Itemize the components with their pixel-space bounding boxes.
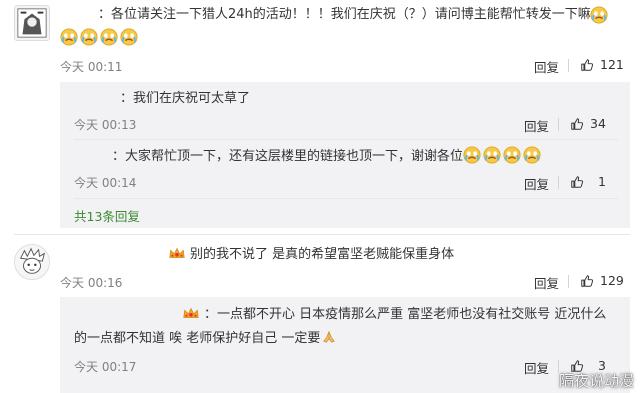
avatar-image: [15, 6, 49, 40]
watermark: 隔夜说动漫: [558, 372, 634, 390]
sub-reply-button[interactable]: 回复: [524, 116, 549, 135]
sub-reply-body-line2: 的一点都不知道 唉 老师保护好自己 一定要: [74, 331, 321, 346]
thumbs-up-icon: [580, 58, 594, 72]
comment-body: 别的我不说了 是真的希望富坚老贼能保重身体: [190, 247, 455, 262]
sub-reply-time: 今天 00:17: [74, 360, 137, 374]
sub-reply-text: ：我们在庆祝可太草了: [120, 91, 251, 106]
thumbs-up-icon: [570, 117, 584, 131]
praying-hands-icon: [320, 330, 336, 346]
reply-button[interactable]: 回复: [534, 57, 559, 76]
comment-text: ：各位请关注一下猎人24h的活动！！！我们在庆祝（？）请问博主能帮忙转发一下嘛: [98, 4, 591, 26]
comment-time: 今天 00:16: [60, 276, 123, 290]
view-more-replies-link[interactable]: 共13条回复: [74, 206, 140, 225]
crown-badge-icon: [182, 307, 204, 322]
crying-face-icon: [503, 146, 523, 164]
sub-reply-body-line1: ：一点都不开心 日本疫情那么严重 富坚老师也没有社交账号 近况什么: [204, 307, 607, 322]
crying-face-icon: [60, 28, 80, 46]
crying-face-icon: [483, 146, 503, 164]
like-button[interactable]: 129: [580, 273, 624, 288]
comment-divider: [14, 234, 630, 235]
crying-face-icon: [463, 146, 483, 164]
like-count: 129: [600, 273, 624, 288]
sub-reply-text: ：大家帮忙顶一下，还有这层楼里的链接也顶一下，谢谢各位: [112, 146, 543, 168]
like-count: 34: [590, 116, 606, 131]
avatar-image: [15, 245, 49, 279]
sub-reply-body: ：大家帮忙顶一下，还有这层楼里的链接也顶一下，谢谢各位: [112, 149, 464, 164]
thumbs-up-icon: [580, 274, 594, 288]
sub-reply-button[interactable]: 回复: [524, 358, 549, 377]
divider: [558, 118, 559, 131]
sub-reply-time: 今天 00:14: [74, 176, 137, 190]
crying-face-icon: [80, 28, 100, 46]
crying-face-icon: [120, 28, 140, 46]
crown-badge-icon: [168, 247, 190, 262]
thumbs-up-icon: [570, 175, 584, 189]
comment-trailing-emoji: [590, 6, 610, 24]
sub-reply-text-line2: 的一点都不知道 唉 老师保护好自己 一定要: [74, 328, 336, 350]
crying-face-icon: [523, 146, 543, 164]
comment-emoji-row: [60, 28, 140, 50]
divider: [568, 59, 569, 72]
sub-like-button[interactable]: 1: [570, 174, 606, 189]
sub-like-button[interactable]: 34: [570, 116, 606, 131]
avatar[interactable]: [14, 5, 50, 41]
sub-reply-text: ：一点都不开心 日本疫情那么严重 富坚老师也没有社交账号 近况什么: [182, 304, 606, 326]
avatar[interactable]: [14, 244, 50, 280]
like-count: 1: [598, 174, 606, 189]
comment-text: 别的我不说了 是真的希望富坚老贼能保重身体: [168, 244, 454, 266]
like-count: 121: [600, 57, 624, 72]
like-button[interactable]: 121: [580, 57, 624, 72]
divider: [568, 275, 569, 288]
crying-face-icon: [590, 6, 610, 24]
comment-time: 今天 00:11: [60, 60, 123, 74]
sub-divider: [74, 139, 618, 140]
sub-reply-time: 今天 00:13: [74, 118, 137, 132]
reply-button[interactable]: 回复: [534, 273, 559, 292]
comment-body: ：各位请关注一下猎人24h的活动！！！我们在庆祝（？）请问博主能帮忙转发一下嘛: [98, 7, 591, 22]
sub-divider: [74, 198, 618, 199]
divider: [558, 176, 559, 189]
crying-face-icon: [100, 28, 120, 46]
sub-reply-button[interactable]: 回复: [524, 174, 549, 193]
